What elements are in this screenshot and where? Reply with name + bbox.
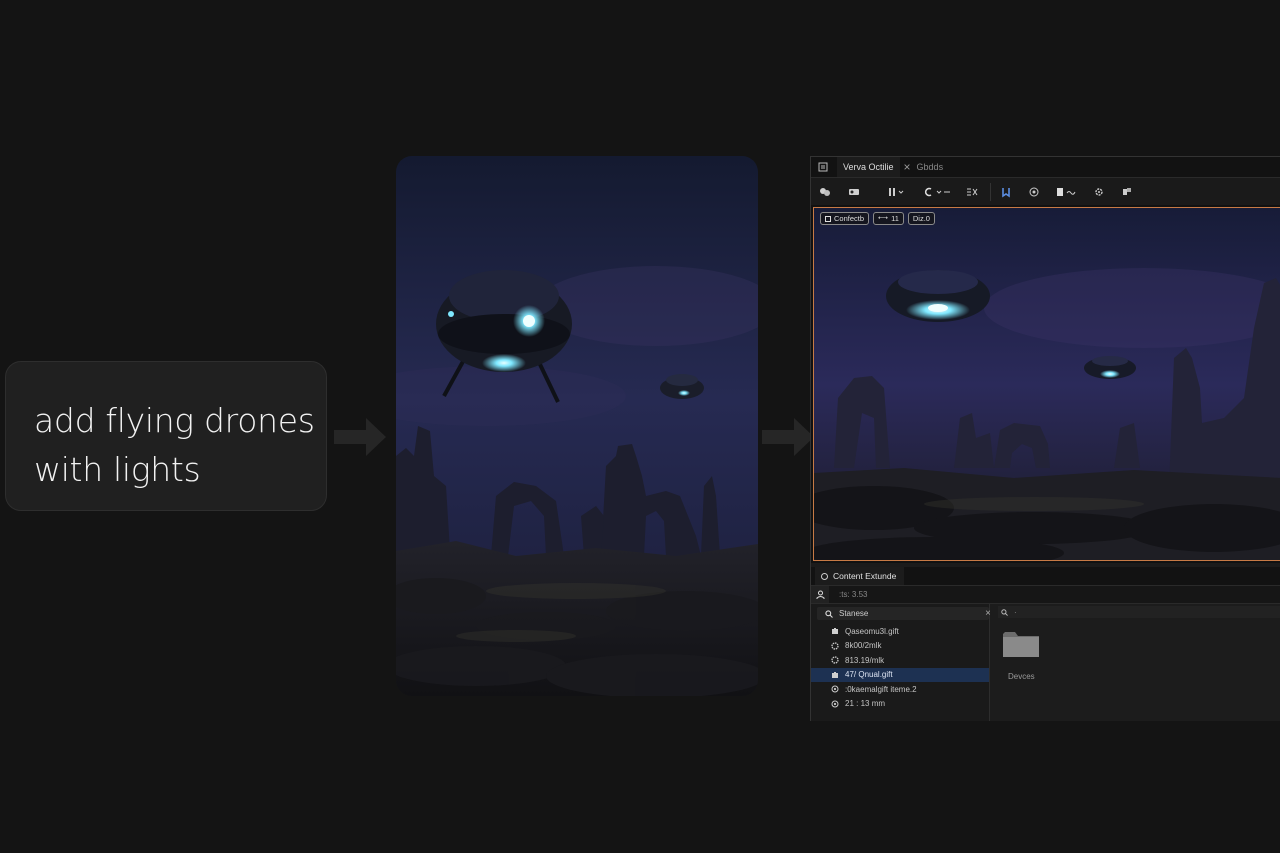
sources-search-field[interactable]: Stanese × (817, 607, 991, 620)
content-browser-tab-label: Content Extunde (833, 571, 897, 581)
level-viewport[interactable]: Confectb ⟷ 11 Diz.0 (813, 207, 1280, 561)
tree-item[interactable]: 21 : 13 mm (811, 697, 989, 712)
toolbar-divider (990, 183, 991, 201)
tree-item-label: :0kaemalgift iteme.2 (845, 684, 917, 694)
viewport-grid-value: 11 (891, 214, 899, 223)
blueprint-icon[interactable] (819, 185, 831, 199)
tree-item[interactable]: :0kaemalgift iteme.2 (811, 682, 989, 697)
tree-item[interactable]: 8k00/2mlk (811, 639, 989, 654)
viewport-move-button[interactable]: ⟷ 11 (873, 212, 904, 225)
settings-icon[interactable] (1093, 185, 1105, 199)
assets-search-field[interactable]: · (998, 606, 1280, 618)
search-icon (825, 609, 833, 618)
tree-item-label: 21 : 13 mm (845, 699, 886, 709)
gear-icon (831, 656, 839, 664)
cinematics-icon[interactable] (848, 185, 860, 199)
tree-item-label: 813.19/mlk (845, 655, 885, 665)
tree-item-label: 47/ Qnual.gift (845, 670, 893, 680)
viewport-scale-value: Diz.0 (912, 214, 930, 223)
circle-icon (831, 700, 839, 708)
bookmark-icon[interactable] (1056, 185, 1078, 199)
content-tree: Qaseomu3l.gift 8k00/2mlk 813.19/mlk 47/ Qnu… (811, 624, 989, 711)
viewport-scale-button[interactable]: Diz.0 (907, 212, 935, 225)
assets-search-text: · (1014, 607, 1017, 617)
content-path-text: :ts: 3.53 (839, 590, 868, 599)
arrow-right-icon (762, 418, 814, 456)
tree-item[interactable]: Qaseomu3l.gift (811, 624, 989, 639)
editor-toolbar (811, 178, 1280, 207)
tree-item[interactable]: 813.19/mlk (811, 653, 989, 668)
prompt-bubble: add flying drones with lights (5, 361, 327, 511)
folder-label[interactable]: Devces (1008, 672, 1035, 681)
content-browser-assets-panel: · Devces (990, 604, 1280, 721)
camera-icon[interactable] (1028, 185, 1040, 199)
tab-level[interactable]: Verva Octilie (837, 157, 900, 177)
play-icon[interactable] (1000, 185, 1012, 199)
editor-window: Verva Octilie × Gbdds Confectb ⟷ 11 Diz.… (810, 156, 1280, 721)
puzzle-icon (831, 627, 839, 635)
sources-search-text: Stanese (839, 609, 869, 618)
viewport-container: Confectb ⟷ 11 Diz.0 (811, 205, 1280, 563)
tree-item-label: 8k00/2mlk (845, 641, 882, 651)
tree-item[interactable]: 47/ Qnual.gift (811, 667, 989, 682)
tree-item-label: Qaseomu3l.gift (845, 626, 899, 636)
arrow-right-icon (334, 418, 386, 456)
tab-secondary[interactable]: Gbdds (917, 162, 944, 172)
search-icon (1001, 608, 1008, 616)
prompt-text-line-2: with lights (34, 450, 201, 489)
user-icon[interactable] (811, 586, 829, 603)
transform-icon[interactable] (965, 185, 979, 199)
viewport-mode-label: Confectb (834, 214, 865, 223)
generated-scene-image (396, 156, 758, 696)
puzzle-icon (831, 671, 839, 679)
build-icon[interactable] (1121, 185, 1133, 199)
grid-icon[interactable] (888, 185, 906, 199)
content-browser-path-bar: :ts: 3.53 (811, 586, 1280, 604)
content-browser-tab-bar: Content Extunde (811, 567, 1280, 586)
editor-tab-bar: Verva Octilie × Gbdds (811, 157, 1280, 178)
viewport-options-button[interactable]: Confectb (820, 212, 870, 225)
snap-icon[interactable] (924, 185, 952, 199)
close-icon[interactable]: × (904, 160, 911, 174)
prompt-text-line-1: add flying drones (34, 401, 315, 440)
circle-icon (831, 685, 839, 693)
tab-content-browser[interactable]: Content Extunde (815, 567, 905, 585)
content-browser-sources-panel: Stanese × Qaseomu3l.gift 8k00/2mlk 813.19/… (811, 604, 991, 721)
gear-icon (831, 642, 839, 650)
tab-dot-icon (821, 572, 828, 580)
menu-icon[interactable] (817, 161, 829, 173)
folder-icon[interactable] (1002, 630, 1040, 658)
